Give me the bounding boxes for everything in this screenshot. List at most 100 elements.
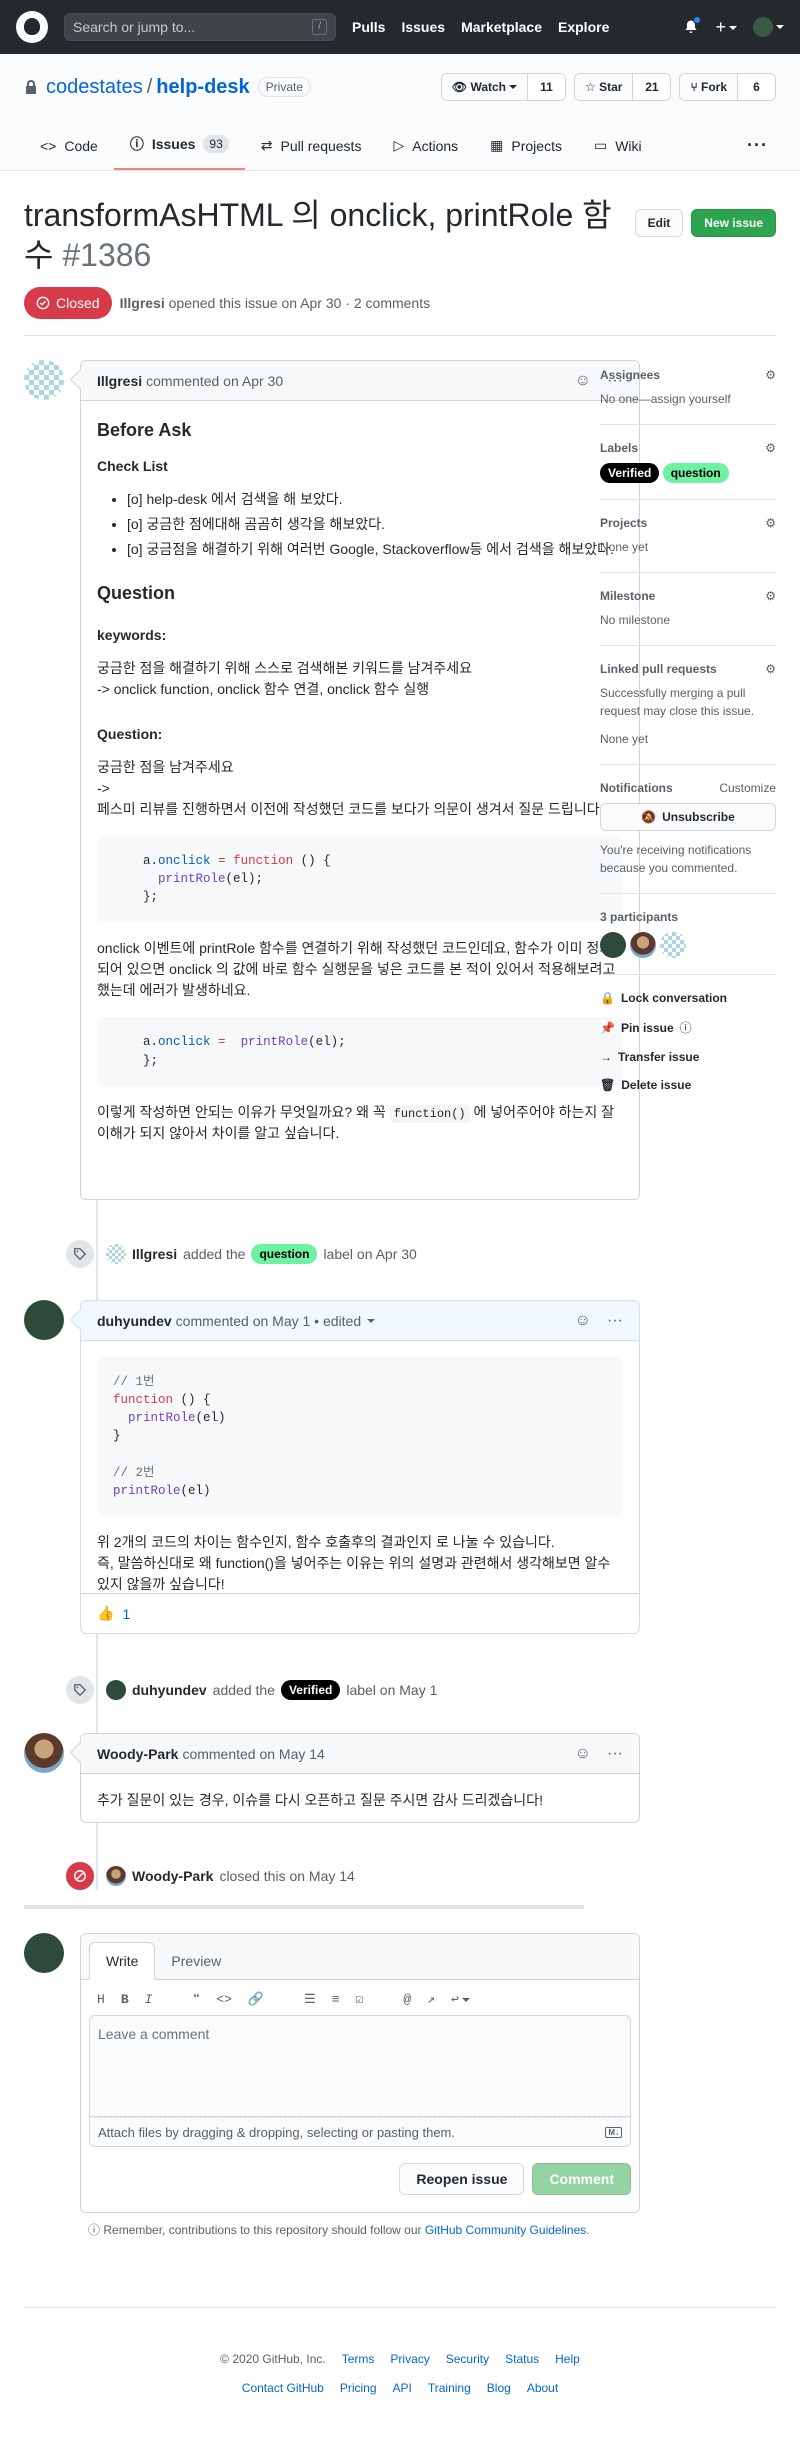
- comment-author[interactable]: duhyundev: [97, 1313, 172, 1329]
- reopen-issue-button[interactable]: Reopen issue: [399, 2163, 525, 2195]
- fork-count[interactable]: 6: [737, 74, 775, 100]
- mention-icon[interactable]: @: [403, 1992, 411, 2007]
- issue-author[interactable]: Illgresi: [120, 295, 165, 311]
- event-actor[interactable]: duhyundev: [132, 1682, 207, 1698]
- avatar[interactable]: [106, 1680, 126, 1700]
- gear-icon[interactable]: ⚙: [765, 516, 776, 530]
- label-question[interactable]: question: [251, 1244, 318, 1264]
- footer-link-api[interactable]: API: [393, 2381, 412, 2395]
- avatar[interactable]: [24, 360, 64, 400]
- nav-issues[interactable]: Issues: [401, 19, 445, 35]
- gear-icon[interactable]: ⚙: [765, 662, 776, 676]
- delete-issue-link[interactable]: 🗑 Delete issue: [600, 1078, 776, 1092]
- avatar[interactable]: [24, 1300, 64, 1340]
- watch-count[interactable]: 11: [527, 74, 565, 100]
- quote-icon[interactable]: ❝: [192, 1992, 200, 2007]
- label-verified[interactable]: Verified: [600, 463, 660, 483]
- kebab-menu-icon[interactable]: ···: [607, 1745, 623, 1763]
- pin-issue-link[interactable]: 📌 Pin issue ⓘ: [600, 1019, 776, 1036]
- footer-link-security[interactable]: Security: [446, 2352, 489, 2366]
- task-list-icon[interactable]: ☑: [356, 1992, 364, 2007]
- avatar[interactable]: [24, 1733, 64, 1773]
- event-actor[interactable]: Illgresi: [132, 1246, 177, 1262]
- watch-button[interactable]: 👁 Watch: [441, 74, 527, 100]
- label-question[interactable]: question: [662, 463, 729, 483]
- plus-dropdown-icon[interactable]: +: [715, 17, 737, 38]
- tab-preview[interactable]: Preview: [155, 1943, 237, 1979]
- gear-icon[interactable]: ⚙: [765, 368, 776, 382]
- star-label: Star: [599, 80, 623, 94]
- tab-wiki[interactable]: ▭ Wiki: [578, 137, 658, 170]
- site-footer: © 2020 GitHub, Inc. Terms Privacy Securi…: [24, 2307, 776, 2410]
- comment-author[interactable]: Woody-Park: [97, 1746, 178, 1762]
- issue-sidebar: Assignees ⚙ No one—assign yourself Labels…: [600, 360, 776, 1106]
- tab-write[interactable]: Write: [89, 1942, 156, 1980]
- bold-icon[interactable]: B: [121, 1992, 129, 2007]
- gear-icon[interactable]: ⚙: [765, 441, 776, 455]
- tab-projects[interactable]: ▦ Projects: [474, 137, 578, 170]
- customize-link[interactable]: Customize: [719, 781, 776, 795]
- repo-owner-link[interactable]: codestates: [46, 76, 143, 99]
- ordered-list-icon[interactable]: ≡: [332, 1992, 340, 2007]
- heading-icon[interactable]: H: [97, 1992, 105, 2007]
- label-verified[interactable]: Verified: [280, 1680, 341, 1700]
- reaction-bar[interactable]: 👍 1: [81, 1593, 639, 1633]
- avatar[interactable]: [106, 1244, 126, 1264]
- avatar[interactable]: [106, 1866, 126, 1886]
- more-menu-icon[interactable]: ···: [739, 135, 776, 170]
- user-menu[interactable]: [753, 17, 784, 37]
- smiley-icon[interactable]: ☺: [575, 1312, 591, 1330]
- kebab-menu-icon[interactable]: ···: [607, 1312, 623, 1330]
- link-icon[interactable]: 🔗: [248, 1992, 264, 2007]
- avatar[interactable]: [660, 932, 686, 958]
- footer-link-training[interactable]: Training: [428, 2381, 471, 2395]
- smiley-icon[interactable]: ☺: [575, 372, 591, 390]
- avatar[interactable]: [600, 932, 626, 958]
- footer-link-terms[interactable]: Terms: [342, 2352, 375, 2366]
- unordered-list-icon[interactable]: ☰: [304, 1992, 316, 2007]
- footer-link-privacy[interactable]: Privacy: [390, 2352, 429, 2366]
- tab-issues[interactable]: ⓘ Issues 93: [113, 134, 245, 170]
- attach-files-area[interactable]: Attach files by dragging & dropping, sel…: [89, 2117, 631, 2147]
- footer-link-status[interactable]: Status: [505, 2352, 539, 2366]
- comment-author[interactable]: Illgresi: [97, 373, 142, 389]
- nav-marketplace[interactable]: Marketplace: [461, 19, 542, 35]
- footer-link-about[interactable]: About: [527, 2381, 558, 2395]
- code-icon[interactable]: <>: [216, 1992, 232, 2007]
- assignees-value[interactable]: No one—assign yourself: [600, 390, 776, 408]
- footer-link-help[interactable]: Help: [555, 2352, 580, 2366]
- event-actor[interactable]: Woody-Park: [132, 1868, 213, 1884]
- star-count[interactable]: 21: [632, 74, 671, 100]
- footer-link-blog[interactable]: Blog: [487, 2381, 511, 2395]
- arrow-right-icon: →: [600, 1050, 612, 1064]
- github-logo-icon[interactable]: [16, 11, 48, 43]
- footer-link-pricing[interactable]: Pricing: [340, 2381, 377, 2395]
- unsubscribe-button[interactable]: 🔕 Unsubscribe: [600, 803, 776, 831]
- markdown-icon[interactable]: M↓: [605, 2126, 622, 2138]
- search-input[interactable]: Search or jump to... /: [64, 13, 336, 41]
- bell-icon[interactable]: [683, 16, 702, 35]
- smiley-icon[interactable]: ☺: [575, 1745, 591, 1763]
- transfer-issue-link[interactable]: → Transfer issue: [600, 1050, 776, 1064]
- italic-icon[interactable]: I: [145, 1992, 153, 2007]
- nav-explore[interactable]: Explore: [558, 19, 609, 35]
- guidelines-link[interactable]: GitHub Community Guidelines.: [425, 2223, 590, 2237]
- fork-button[interactable]: ⑂ Fork: [680, 74, 737, 100]
- nav-pulls[interactable]: Pulls: [352, 19, 385, 35]
- edit-button[interactable]: Edit: [634, 209, 684, 237]
- footer-link-contact[interactable]: Contact GitHub: [242, 2381, 324, 2395]
- comment-button[interactable]: Comment: [532, 2163, 631, 2195]
- lock-conversation-link[interactable]: 🔒 Lock conversation: [600, 991, 776, 1005]
- tab-actions[interactable]: ▷ Actions: [377, 137, 474, 170]
- cross-reference-icon[interactable]: ↗: [427, 1992, 435, 2007]
- question-line: ->: [97, 780, 110, 796]
- avatar[interactable]: [630, 932, 656, 958]
- tab-pull-requests[interactable]: ⇄ Pull requests: [245, 137, 378, 170]
- tab-code[interactable]: <> Code: [24, 138, 114, 170]
- comment-textarea[interactable]: Leave a comment: [89, 2015, 631, 2117]
- new-issue-button[interactable]: New issue: [691, 209, 776, 237]
- reply-icon[interactable]: ↩: [451, 1992, 470, 2007]
- repo-name-link[interactable]: help-desk: [156, 76, 249, 99]
- gear-icon[interactable]: ⚙: [765, 589, 776, 603]
- star-button[interactable]: ☆ Star: [575, 74, 633, 100]
